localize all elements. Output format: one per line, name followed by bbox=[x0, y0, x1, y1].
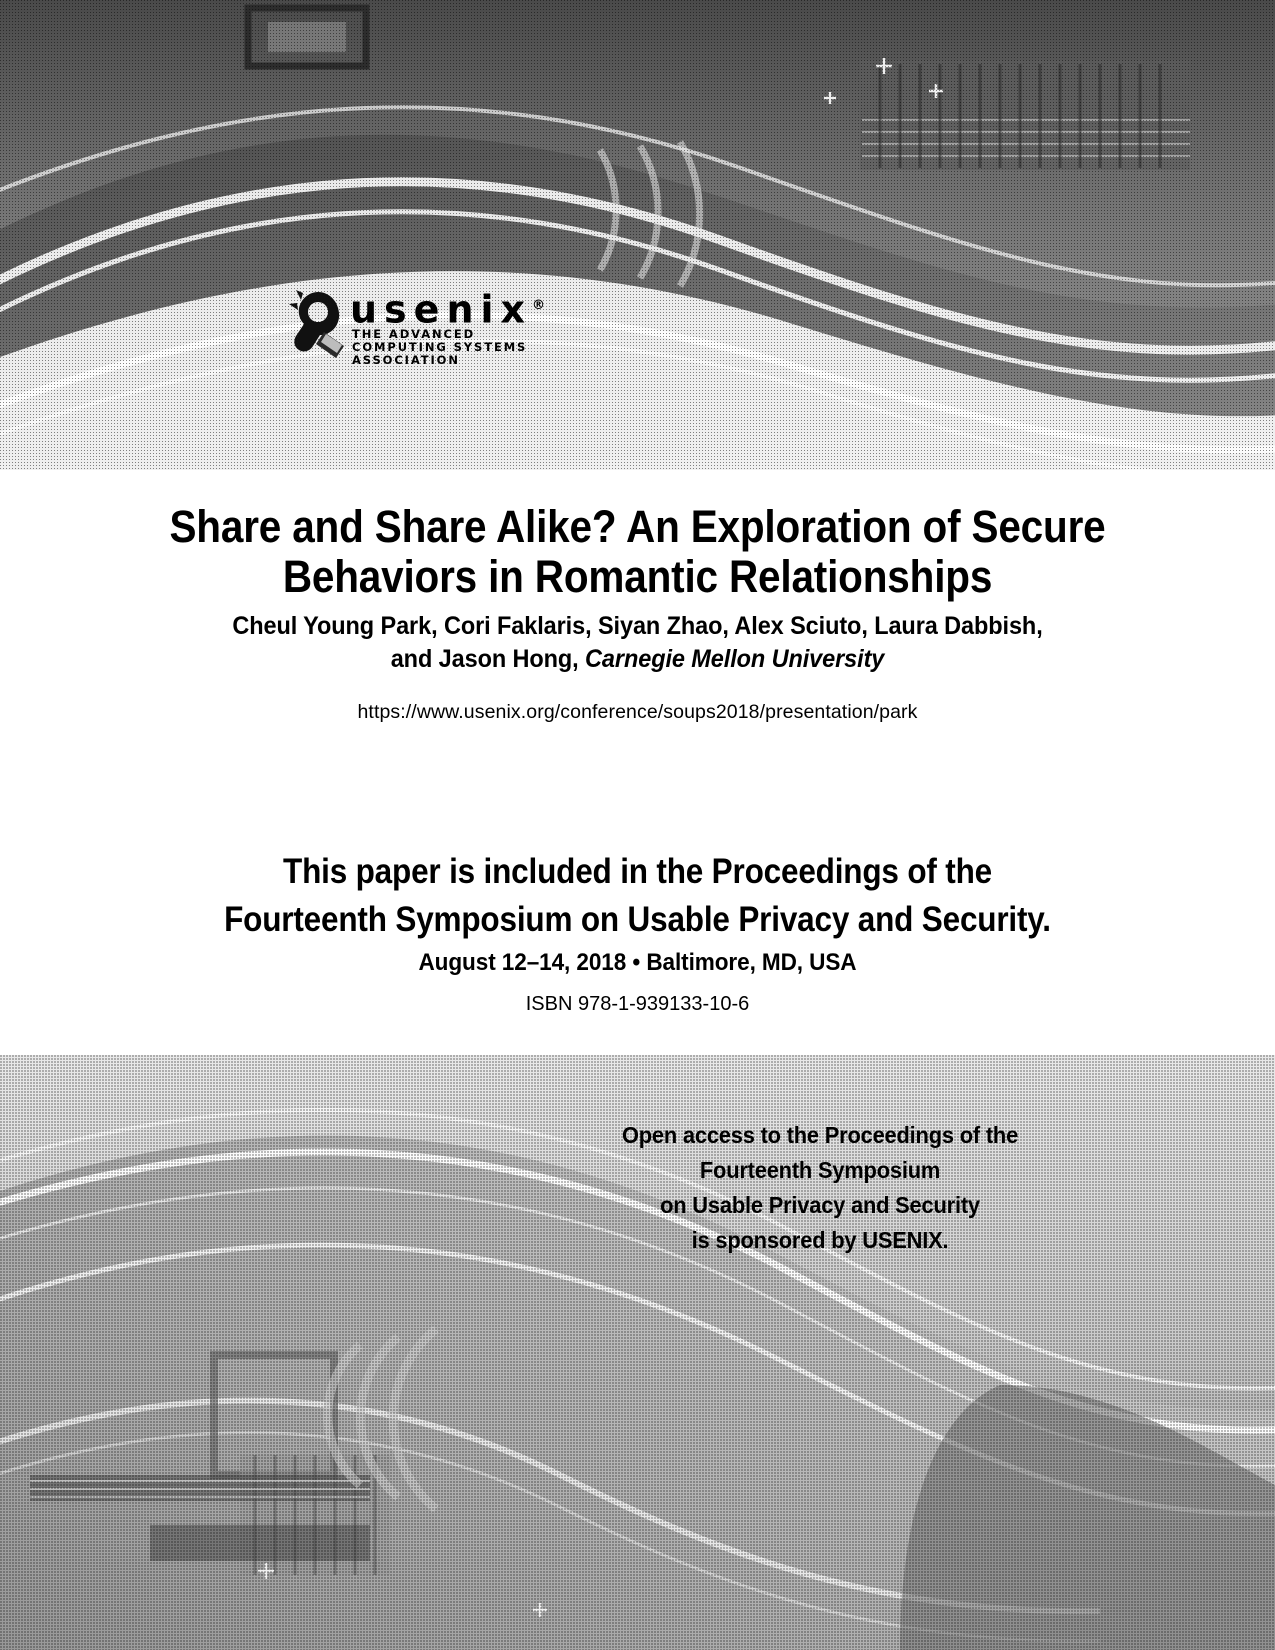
paper-url[interactable]: https://www.usenix.org/conference/soups2… bbox=[100, 700, 1175, 724]
title-line-1: Share and Share Alike? An Exploration of… bbox=[169, 501, 1106, 552]
tagline-line-1: THE ADVANCED bbox=[352, 327, 476, 341]
sponsor-statement: Open access to the Proceedings of the Fo… bbox=[573, 1118, 1067, 1258]
proceedings-line-2: Fourteenth Symposium on Usable Privacy a… bbox=[224, 900, 1051, 939]
paper-cover-page: usenix® THE ADVANCED COMPUTING SYSTEMS A… bbox=[0, 0, 1275, 1650]
conference-date-location: August 12–14, 2018 • Baltimore, MD, USA bbox=[418, 949, 857, 976]
usenix-logo: usenix® THE ADVANCED COMPUTING SYSTEMS A… bbox=[288, 286, 588, 368]
proceedings-statement: This paper is included in the Proceeding… bbox=[118, 848, 1158, 944]
proceedings-line-1: This paper is included in the Proceeding… bbox=[283, 852, 992, 891]
usenix-tagline: THE ADVANCED COMPUTING SYSTEMS ASSOCIATI… bbox=[352, 327, 528, 368]
sponsor-line-2: Fourteenth Symposium bbox=[699, 1157, 941, 1183]
author-affiliation: Carnegie Mellon University bbox=[585, 645, 885, 673]
page-title: Share and Share Alike? An Exploration of… bbox=[118, 502, 1158, 602]
usenix-wordmark: usenix® bbox=[350, 287, 546, 332]
author-line-2: and Jason Hong, Carnegie Mellon Universi… bbox=[132, 643, 1143, 676]
author-list: Cheul Young Park, Cori Faklaris, Siyan Z… bbox=[132, 610, 1143, 676]
tagline-line-3: ASSOCIATION bbox=[352, 353, 460, 368]
sponsor-line-1: Open access to the Proceedings of the bbox=[621, 1122, 1019, 1148]
usenix-gear-mark-icon bbox=[289, 290, 344, 358]
top-graphic-band bbox=[0, 0, 1275, 470]
title-line-2: Behaviors in Romantic Relationships bbox=[282, 551, 993, 602]
registered-mark: ® bbox=[532, 298, 546, 313]
isbn: ISBN 978-1-939133-10-6 bbox=[525, 993, 750, 1015]
top-band-artwork bbox=[0, 0, 1275, 470]
cover-content: Share and Share Alike? An Exploration of… bbox=[0, 470, 1275, 1055]
sponsor-line-4: is sponsored by USENIX. bbox=[691, 1227, 949, 1253]
sponsor-line-3: on Usable Privacy and Security bbox=[660, 1192, 980, 1218]
tagline-line-2: COMPUTING SYSTEMS bbox=[352, 340, 528, 355]
author-names-continued: and Jason Hong, bbox=[390, 645, 586, 673]
author-line-1: Cheul Young Park, Cori Faklaris, Siyan Z… bbox=[232, 612, 1043, 640]
